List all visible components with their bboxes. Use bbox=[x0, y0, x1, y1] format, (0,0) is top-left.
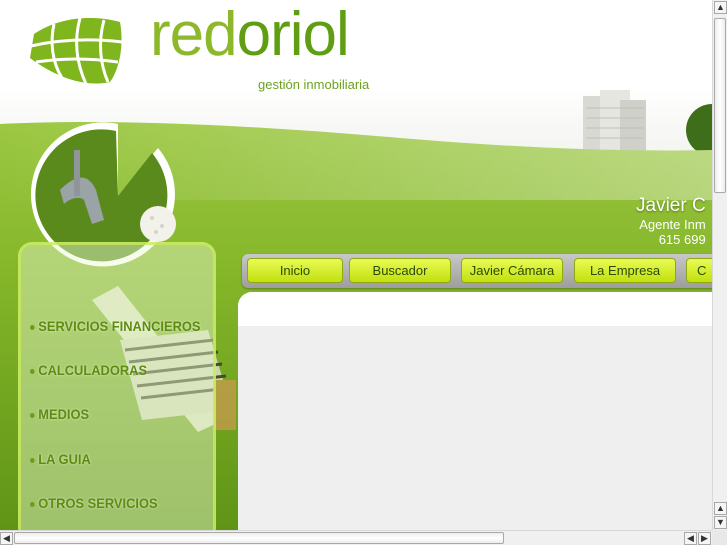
brand-name-part1: red bbox=[150, 0, 238, 69]
horizontal-scroll-thumb[interactable] bbox=[14, 532, 504, 544]
scrollbar-corner bbox=[712, 530, 727, 545]
agent-name: Javier C bbox=[636, 195, 706, 216]
sidebar-item-label: MEDIOS bbox=[38, 406, 90, 422]
agent-info: Javier C Agente Inm 615 699 bbox=[636, 195, 706, 247]
scroll-up-arrow-icon[interactable]: ▲ bbox=[714, 1, 727, 14]
brand-name[interactable]: redoriol bbox=[150, 4, 350, 66]
brand-name-part2: oriol bbox=[236, 0, 350, 69]
sidebar-item-servicios-financieros[interactable]: SERVICIOS FINANCIEROS bbox=[30, 318, 201, 334]
logo-icon[interactable] bbox=[28, 12, 124, 86]
bullet-icon bbox=[30, 368, 35, 374]
nav-contacto-button[interactable]: C bbox=[686, 258, 712, 283]
scroll-left-arrow-icon[interactable]: ◀ bbox=[0, 532, 13, 545]
bullet-icon bbox=[30, 501, 35, 507]
sidebar-item-la-guia[interactable]: LA GUIA bbox=[30, 451, 91, 467]
main-navigation: Inicio Buscador Javier Cámara La Empresa… bbox=[242, 254, 712, 288]
scroll-left-arrow-icon-right[interactable]: ◀ bbox=[684, 532, 697, 545]
nav-javier-camara-button[interactable]: Javier Cámara bbox=[461, 258, 563, 283]
sidebar-item-label: SERVICIOS FINANCIEROS bbox=[38, 318, 201, 334]
sidebar-item-label: OTROS SERVICIOS bbox=[38, 495, 158, 511]
content-header bbox=[238, 292, 712, 326]
sidebar-item-label: CALCULADORAS bbox=[38, 362, 148, 378]
bullet-icon bbox=[30, 457, 35, 463]
brand-tagline: gestión inmobiliaria bbox=[258, 77, 370, 92]
scroll-right-arrow-icon[interactable]: ▶ bbox=[698, 532, 711, 545]
bullet-icon bbox=[30, 324, 35, 330]
page-viewport: redoriol gestión inmobiliaria Javier C A… bbox=[0, 0, 712, 530]
sidebar-item-label: LA GUIA bbox=[38, 451, 91, 467]
nav-buscador-button[interactable]: Buscador bbox=[349, 258, 451, 283]
sidebar-item-calculadoras[interactable]: CALCULADORAS bbox=[30, 362, 147, 378]
vertical-scroll-thumb[interactable] bbox=[714, 18, 726, 193]
sidebar bbox=[18, 242, 216, 530]
nav-inicio-button[interactable]: Inicio bbox=[247, 258, 343, 283]
sidebar-item-otros-servicios[interactable]: OTROS SERVICIOS bbox=[30, 495, 158, 511]
agent-role: Agente Inm bbox=[639, 217, 706, 232]
horizontal-scrollbar[interactable]: ◀ ◀ ▶ bbox=[0, 530, 712, 545]
bullet-icon bbox=[30, 412, 35, 418]
nav-la-empresa-button[interactable]: La Empresa bbox=[574, 258, 676, 283]
sidebar-item-medios[interactable]: MEDIOS bbox=[30, 406, 89, 422]
vertical-scrollbar[interactable]: ▲ ▲ ▼ bbox=[712, 0, 727, 530]
scroll-down-arrow-icon[interactable]: ▼ bbox=[714, 516, 727, 529]
scroll-up-arrow-icon-bottom[interactable]: ▲ bbox=[714, 502, 727, 515]
agent-phone: 615 699 bbox=[658, 232, 706, 247]
main-content bbox=[238, 292, 712, 530]
